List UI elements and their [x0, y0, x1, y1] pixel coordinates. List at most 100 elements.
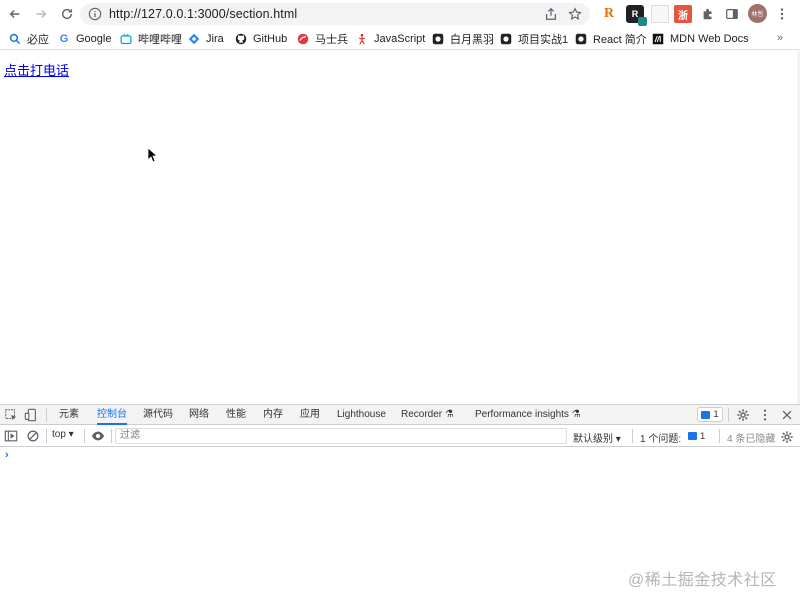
device-toolbar-icon[interactable] — [24, 408, 38, 422]
tab-separator — [719, 429, 720, 443]
bookmark-mashibing[interactable]: 马士兵 — [297, 31, 348, 47]
bookmarks-overflow-button[interactable]: » — [777, 32, 783, 44]
message-icon — [688, 432, 697, 440]
extensions-puzzle-icon[interactable] — [699, 5, 717, 23]
bookmark-label: 白月黑羽 — [450, 34, 494, 46]
page-viewport: 点击打电话 — [0, 51, 800, 404]
forward-button[interactable] — [30, 3, 52, 25]
issues-badge-button[interactable]: 1 — [697, 407, 723, 422]
extension-blank-icon[interactable] — [651, 5, 669, 23]
tab-memory[interactable]: 内存 — [263, 405, 283, 425]
bookmark-jira[interactable]: Jira — [188, 31, 224, 47]
tab-elements[interactable]: 元素 — [59, 405, 79, 425]
tab-recorder-label: Recorder — [401, 409, 443, 420]
bookmark-bilibili[interactable]: 哔哩哔哩 — [120, 31, 182, 47]
info-icon[interactable] — [88, 7, 102, 21]
tab-separator — [728, 408, 729, 422]
sidebar-toggle-icon[interactable] — [4, 429, 18, 443]
react-icon — [575, 33, 587, 45]
bookmark-label: 项目实战1 — [518, 34, 569, 46]
hidden-messages-label: 4 条已隐藏 — [727, 434, 776, 445]
flask-icon: ⚗ — [444, 409, 454, 420]
browser-menu-button[interactable] — [777, 6, 787, 22]
flask-icon: ⚗ — [571, 409, 581, 420]
mashibing-icon — [297, 33, 309, 45]
reload-icon — [61, 8, 73, 20]
bilibili-icon — [120, 33, 132, 45]
tab-performance[interactable]: 性能 — [226, 405, 246, 425]
inspect-element-icon[interactable] — [4, 408, 18, 422]
bookmark-google[interactable]: G Google — [58, 31, 112, 47]
browser-toolbar: http://127.0.0.1:3000/section.html R R 浙… — [0, 0, 800, 28]
bookmark-biying[interactable]: 必应 — [9, 31, 49, 47]
bookmark-label: 马士兵 — [315, 34, 348, 46]
context-value: top — [52, 429, 66, 440]
bookmark-label: React 简介 — [593, 34, 647, 46]
share-icon[interactable] — [544, 7, 558, 21]
arrow-right-icon — [36, 10, 47, 18]
project-icon — [500, 33, 512, 45]
github-icon — [235, 33, 247, 45]
watermark-text: @稀土掘金技术社区 — [628, 572, 777, 589]
bookmark-star-icon[interactable] — [568, 7, 582, 21]
bookmark-baiyue[interactable]: 白月黑羽 — [432, 31, 494, 47]
console-settings-gear-icon[interactable] — [780, 430, 794, 444]
bookmark-label: 必应 — [27, 34, 49, 46]
tab-separator — [111, 429, 112, 443]
tab-performance-insights[interactable]: Performance insights ⚗ — [475, 405, 581, 425]
bookmark-react[interactable]: React 简介 — [575, 31, 647, 47]
address-bar[interactable]: http://127.0.0.1:3000/section.html — [80, 3, 590, 25]
back-button[interactable] — [4, 3, 26, 25]
eye-icon[interactable] — [91, 429, 105, 443]
bookmark-project[interactable]: 项目实战1 — [500, 31, 568, 47]
issues-chip[interactable]: 1 — [688, 429, 705, 443]
tab-sources[interactable]: 源代码 — [143, 405, 173, 425]
extension-r2-icon[interactable]: R — [626, 5, 647, 26]
google-icon: G — [59, 33, 69, 45]
console-filter-input[interactable]: 过滤 — [115, 428, 567, 444]
side-panel-icon — [726, 9, 738, 19]
bookmark-label: MDN Web Docs — [670, 33, 749, 45]
bookmark-label: Jira — [206, 33, 224, 45]
tab-lighthouse[interactable]: Lighthouse — [337, 405, 386, 425]
baiyue-icon — [432, 33, 444, 45]
search-icon — [9, 33, 21, 45]
more-vertical-icon[interactable] — [758, 408, 772, 422]
bookmark-label: JavaScript — [374, 33, 426, 45]
close-icon[interactable] — [780, 408, 794, 422]
context-selector[interactable]: top ▾ — [52, 429, 74, 440]
extension-r-icon[interactable]: R — [600, 5, 618, 23]
settings-gear-icon[interactable] — [736, 408, 750, 422]
console-prompt-chevron-icon[interactable]: › — [5, 449, 9, 461]
arrow-left-icon — [9, 10, 20, 18]
bookmark-github[interactable]: GitHub — [235, 31, 287, 47]
issues-badge-count: 1 — [713, 409, 719, 420]
bookmark-label: GitHub — [253, 33, 288, 45]
bookmark-javascript[interactable]: JavaScript — [356, 31, 425, 47]
tab-separator — [46, 429, 47, 443]
extension-zhe-icon[interactable]: 浙 — [674, 5, 692, 23]
profile-avatar[interactable]: 林哲 — [748, 4, 767, 23]
puzzle-icon — [703, 8, 712, 20]
jira-icon — [188, 33, 200, 45]
tab-separator — [84, 429, 85, 443]
console-toolbar: top ▾ 过滤 默认级别 ▾ 1 个问题: 1 4 条已隐藏 — [0, 426, 800, 447]
call-phone-link[interactable]: 点击打电话 — [4, 60, 69, 79]
javascript-icon — [358, 33, 366, 45]
clear-console-icon[interactable] — [26, 429, 40, 443]
bookmark-mdn[interactable]: MDN Web Docs — [652, 31, 749, 47]
tab-application[interactable]: 应用 — [300, 405, 320, 425]
mouse-cursor-icon — [147, 147, 159, 163]
bookmark-label: Google — [76, 33, 112, 45]
issues-chip-count: 1 — [700, 430, 706, 442]
issues-count-label[interactable]: 1 个问题: — [640, 430, 681, 445]
reload-button[interactable] — [56, 3, 78, 25]
side-panel-button[interactable] — [723, 5, 741, 23]
tab-performance-insights-label: Performance insights — [475, 409, 569, 420]
log-levels-dropdown[interactable]: 默认级别 ▾ — [573, 430, 621, 445]
tab-console[interactable]: 控制台 — [97, 405, 127, 425]
tab-recorder[interactable]: Recorder ⚗ — [401, 405, 454, 425]
tab-network[interactable]: 网络 — [189, 405, 209, 425]
url-text[interactable]: http://127.0.0.1:3000/section.html — [109, 7, 297, 21]
log-levels-label: 默认级别 — [573, 434, 613, 445]
